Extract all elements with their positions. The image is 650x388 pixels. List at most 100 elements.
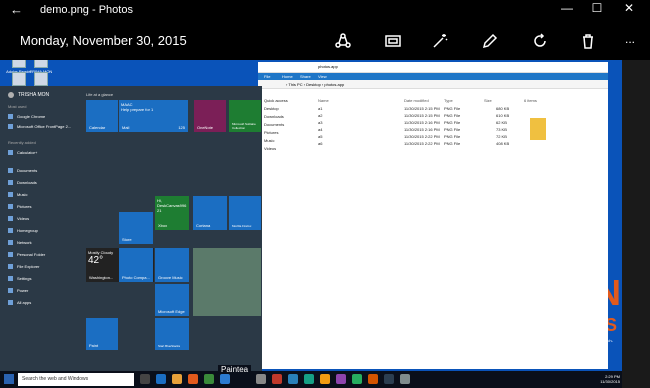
most-used-header: Most used [8, 104, 27, 109]
pictures-icon [8, 204, 13, 209]
taskbar-tooltip: Paintea [218, 365, 252, 374]
edit-pencil-icon[interactable] [478, 30, 502, 52]
tab-view[interactable]: View [318, 74, 327, 79]
taskbar: Search the web and Windows Paintea 2:29 … [0, 365, 622, 388]
start-item-personal-folder[interactable]: Personal Folder [8, 252, 45, 257]
tile-photo-person[interactable] [193, 248, 261, 316]
start-menu: TRISHA MON Most used Google Chrome Micro… [0, 86, 262, 371]
tile-mail[interactable]: MAAC Help prepare for 1 Mail 125 [119, 100, 188, 132]
start-item-music[interactable]: Music [8, 192, 27, 197]
nav-documents[interactable]: Documents [264, 122, 284, 127]
tile-xbox[interactable]: Hi, DeskCanvas996 21 Xbox [155, 196, 189, 230]
start-item-settings[interactable]: Settings [8, 276, 31, 281]
store-icon[interactable] [204, 374, 214, 384]
life-header: Life at a glance [86, 92, 114, 97]
downloads-icon [8, 180, 13, 185]
chrome-icon [8, 114, 13, 119]
app-icon[interactable] [304, 374, 314, 384]
folder-icon [530, 118, 546, 140]
list-icon [8, 300, 13, 305]
tile-photos[interactable]: Photo Compa... [119, 248, 153, 282]
tab-share[interactable]: Share [300, 74, 311, 79]
minimize-button[interactable]: — [552, 1, 582, 15]
close-button[interactable]: ✕ [614, 1, 644, 15]
delete-trash-icon[interactable] [576, 30, 600, 52]
tile-paint[interactable]: Paint [86, 318, 118, 350]
search-input[interactable]: Search the web and Windows [18, 373, 134, 386]
gear-icon [8, 276, 13, 281]
calculator-icon [8, 150, 13, 155]
nav-desktop[interactable]: Desktop [264, 106, 279, 111]
start-item-all-apps[interactable]: All apps [8, 300, 31, 305]
nav-music[interactable]: Music [264, 138, 274, 143]
tile-bluestacks[interactable]: Start BlueStacks [155, 318, 189, 350]
address-bar[interactable]: › This PC › Desktop › photos.app [258, 80, 608, 89]
app-icon[interactable] [384, 374, 394, 384]
start-item-frontpage[interactable]: Microsoft Office FrontPage 2... [8, 124, 71, 129]
tab-home[interactable]: Home [282, 74, 293, 79]
avatar [8, 92, 14, 98]
app-icon [12, 60, 26, 68]
tab-file[interactable]: File [264, 74, 270, 79]
slideshow-icon[interactable] [381, 30, 405, 52]
items-count: 6 items [524, 98, 537, 103]
file-explorer-window: photos.app File Home Share View › This P… [258, 62, 608, 369]
app-icon[interactable] [288, 374, 298, 384]
documents-icon [8, 168, 13, 173]
app-icon[interactable] [400, 374, 410, 384]
file-explorer-icon [8, 264, 13, 269]
tile-edge[interactable]: Microsoft Edge [155, 284, 189, 316]
app-icon[interactable] [272, 374, 282, 384]
window-title: demo.png - Photos [40, 4, 133, 16]
start-item-downloads[interactable]: Downloads [8, 180, 37, 185]
start-item-chrome[interactable]: Google Chrome [8, 114, 45, 119]
viewer-scroll-area [622, 60, 650, 388]
start-item-power[interactable]: Power [8, 288, 28, 293]
app-icon[interactable] [256, 374, 266, 384]
homegroup-icon [8, 228, 13, 233]
start-item-documents[interactable]: Documents [8, 168, 37, 173]
app-icon [12, 72, 26, 86]
edge-icon[interactable] [156, 374, 166, 384]
tile-calendar[interactable]: Calendar [86, 100, 118, 132]
app-icon[interactable] [368, 374, 378, 384]
tile-groove[interactable]: Groove Music [155, 248, 189, 282]
start-item-calculator[interactable]: Calculator+ [8, 150, 37, 155]
app-icon[interactable] [336, 374, 346, 384]
share-icon[interactable] [331, 30, 355, 52]
start-item-network[interactable]: Network [8, 240, 32, 245]
tile-onenote[interactable]: OneNote [194, 100, 226, 132]
more-options-button[interactable]: ... [618, 28, 642, 50]
tile-solitaire[interactable]: Microsoft Solitaire Collection [229, 100, 261, 132]
nav-pictures[interactable]: Pictures [264, 130, 278, 135]
app-icon[interactable] [320, 374, 330, 384]
app-icon[interactable] [352, 374, 362, 384]
maximize-button[interactable]: ☐ [582, 1, 612, 15]
system-tray-clock[interactable]: 2:29 PM 11/30/2015 [592, 374, 620, 384]
power-icon [8, 288, 13, 293]
nav-downloads[interactable]: Downloads [264, 114, 284, 119]
nav-quick-access[interactable]: Quick access [264, 98, 288, 103]
firefox-icon[interactable] [188, 374, 198, 384]
frontpage-icon [8, 124, 13, 129]
enhance-wand-icon[interactable] [428, 30, 452, 52]
start-item-file-explorer[interactable]: File Explorer [8, 264, 39, 269]
network-icon [8, 240, 13, 245]
recently-added-header: Recently added [8, 140, 36, 145]
start-item-homegroup[interactable]: Homegroup [8, 228, 38, 233]
windows-start-icon[interactable] [4, 374, 14, 384]
music-icon [8, 192, 13, 197]
start-item-pictures[interactable]: Pictures [8, 204, 31, 209]
nav-videos[interactable]: Videos [264, 146, 276, 151]
tile-firefox[interactable]: Mozilla Firefox [229, 196, 261, 230]
tile-store[interactable]: Store [119, 212, 153, 244]
start-item-videos[interactable]: Videos [8, 216, 29, 221]
arrow-left-icon[interactable]: ← [10, 2, 23, 17]
app-icon [34, 72, 48, 86]
rotate-icon[interactable] [528, 30, 552, 52]
start-user[interactable]: TRISHA MON [8, 92, 49, 98]
task-view-icon[interactable] [140, 374, 150, 384]
file-explorer-icon[interactable] [220, 374, 230, 384]
chrome-icon[interactable] [172, 374, 182, 384]
tile-cortana[interactable]: Cortana [193, 196, 227, 230]
